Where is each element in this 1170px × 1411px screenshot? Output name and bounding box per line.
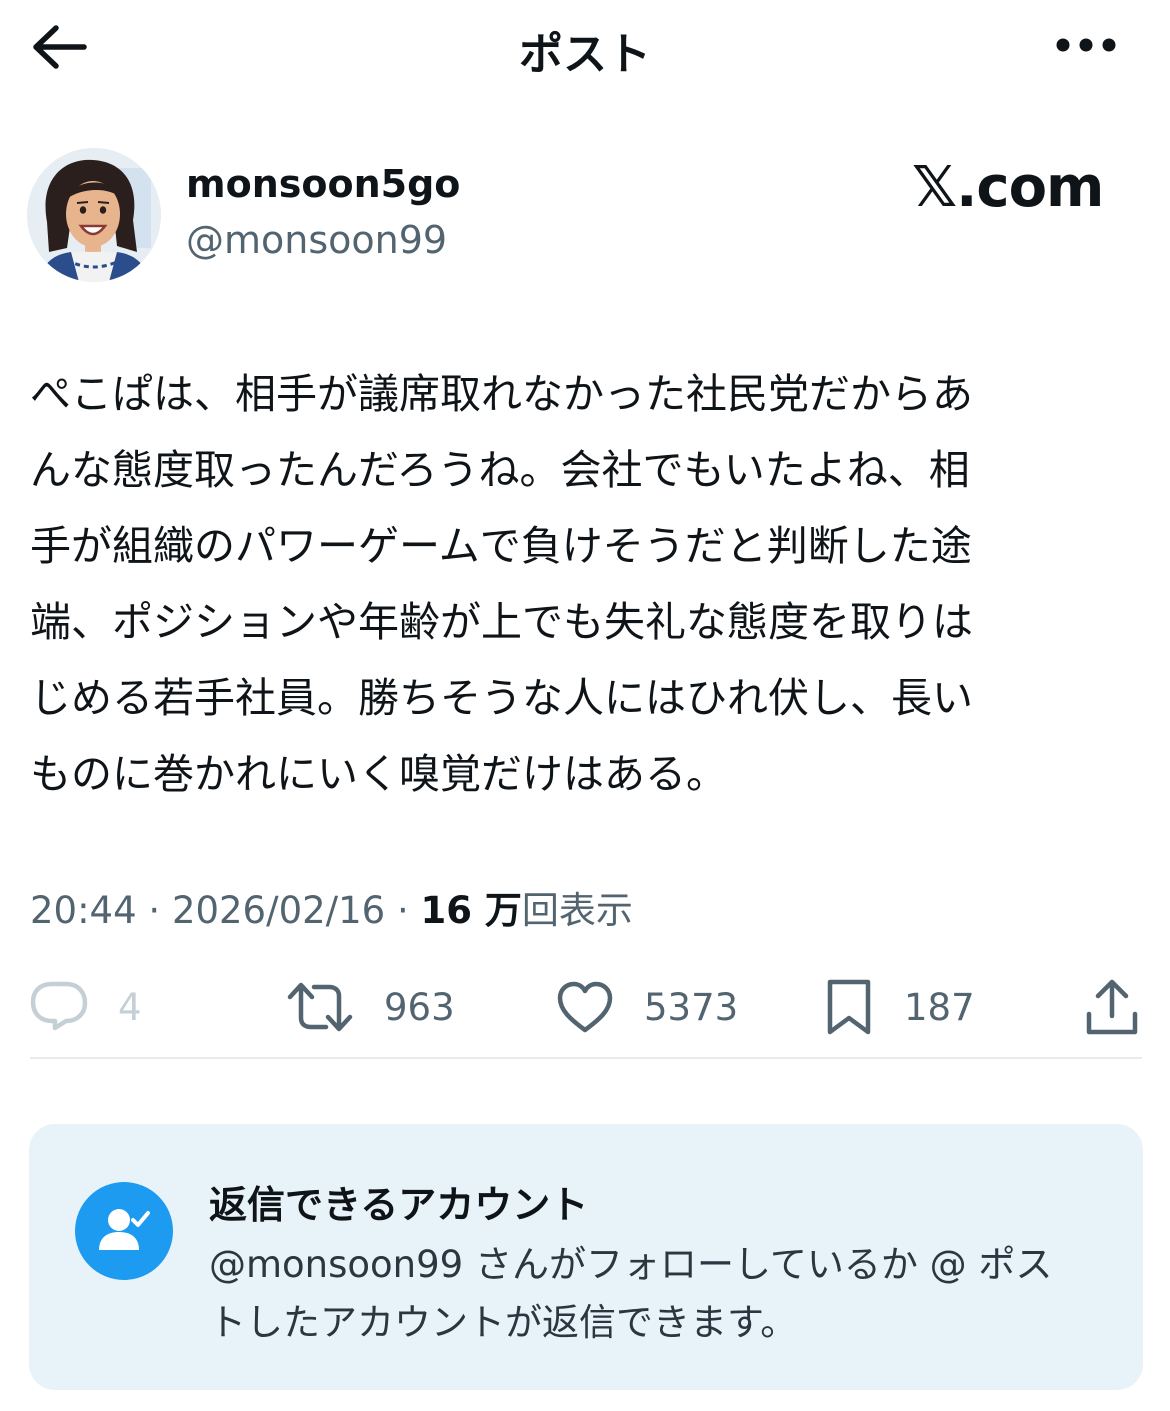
author-handle[interactable]: @monsoon99 — [186, 218, 447, 262]
post-text: ぺこぱは、相手が議席取れなかった社民党だからあ んな態度取ったんだろうね。会社で… — [30, 356, 1140, 812]
meta-separator: · — [136, 889, 172, 932]
views-count[interactable]: 16 万 — [421, 889, 522, 932]
post-text-line: ものに巻かれにいく嗅覚だけはある。 — [30, 750, 727, 798]
repost-count: 963 — [384, 985, 455, 1029]
bookmark-icon — [827, 979, 871, 1035]
more-horizontal-icon — [1056, 38, 1116, 52]
reply-count: 4 — [118, 985, 142, 1029]
share-icon — [1086, 979, 1138, 1035]
repost-button[interactable]: 963 — [286, 970, 455, 1044]
heart-icon — [557, 981, 613, 1033]
reply-settings-card: 返信できるアカウント @monsoon99 さんがフォローしているか @ ポス … — [29, 1124, 1143, 1390]
reply-button[interactable]: 4 — [30, 970, 142, 1044]
post-text-line: 端、ポジションや年齢が上でも失礼な態度を取りは — [30, 598, 973, 646]
reply-settings-line: @monsoon99 さんがフォローしているか @ ポス — [209, 1243, 1053, 1286]
post-text-line: 手が組織のパワーゲームで負けそうだと判断した途 — [30, 522, 972, 570]
post-time: 20:44 — [30, 889, 137, 932]
person-check-icon — [99, 1209, 150, 1250]
bookmark-count: 187 — [904, 985, 975, 1029]
like-button[interactable]: 5373 — [556, 970, 738, 1044]
reply-settings-title: 返信できるアカウント — [209, 1183, 589, 1227]
post-text-line: じめる若手社員。勝ちそうな人にはひれ伏し、長い — [30, 674, 973, 722]
top-bar: ポスト — [0, 0, 1170, 92]
post-date: 2026/02/16 — [171, 889, 386, 932]
author-display-name[interactable]: monsoon5go — [186, 162, 460, 206]
reply-icon — [30, 981, 88, 1031]
share-button[interactable] — [1084, 970, 1140, 1044]
divider — [30, 1057, 1142, 1059]
meta-separator: · — [385, 889, 421, 932]
post-text-line: ぺこぱは、相手が議席取れなかった社民党だからあ — [30, 370, 973, 418]
page-title: ポスト — [519, 29, 651, 80]
x-com-watermark: 𝕏.com — [912, 155, 1104, 220]
repost-icon — [287, 982, 353, 1032]
reply-settings-line: トしたアカウントが返信できます。 — [209, 1301, 798, 1344]
like-count: 5373 — [644, 985, 739, 1029]
post-meta: 20:44 · 2026/02/16 · 16 万回表示 — [30, 880, 633, 934]
avatar[interactable] — [27, 148, 161, 282]
more-options-button[interactable] — [1050, 22, 1122, 68]
reply-settings-description: @monsoon99 さんがフォローしているか @ ポス トしたアカウントが返信… — [209, 1236, 1052, 1352]
bookmark-button[interactable]: 187 — [824, 970, 975, 1044]
post-text-line: んな態度取ったんだろうね。会社でもいたよね、相 — [30, 446, 970, 494]
avatar-illustration — [27, 148, 161, 282]
action-bar: 4 963 5373 187 — [0, 970, 1170, 1050]
reply-settings-icon — [75, 1182, 173, 1280]
views-label: 回表示 — [521, 889, 633, 932]
